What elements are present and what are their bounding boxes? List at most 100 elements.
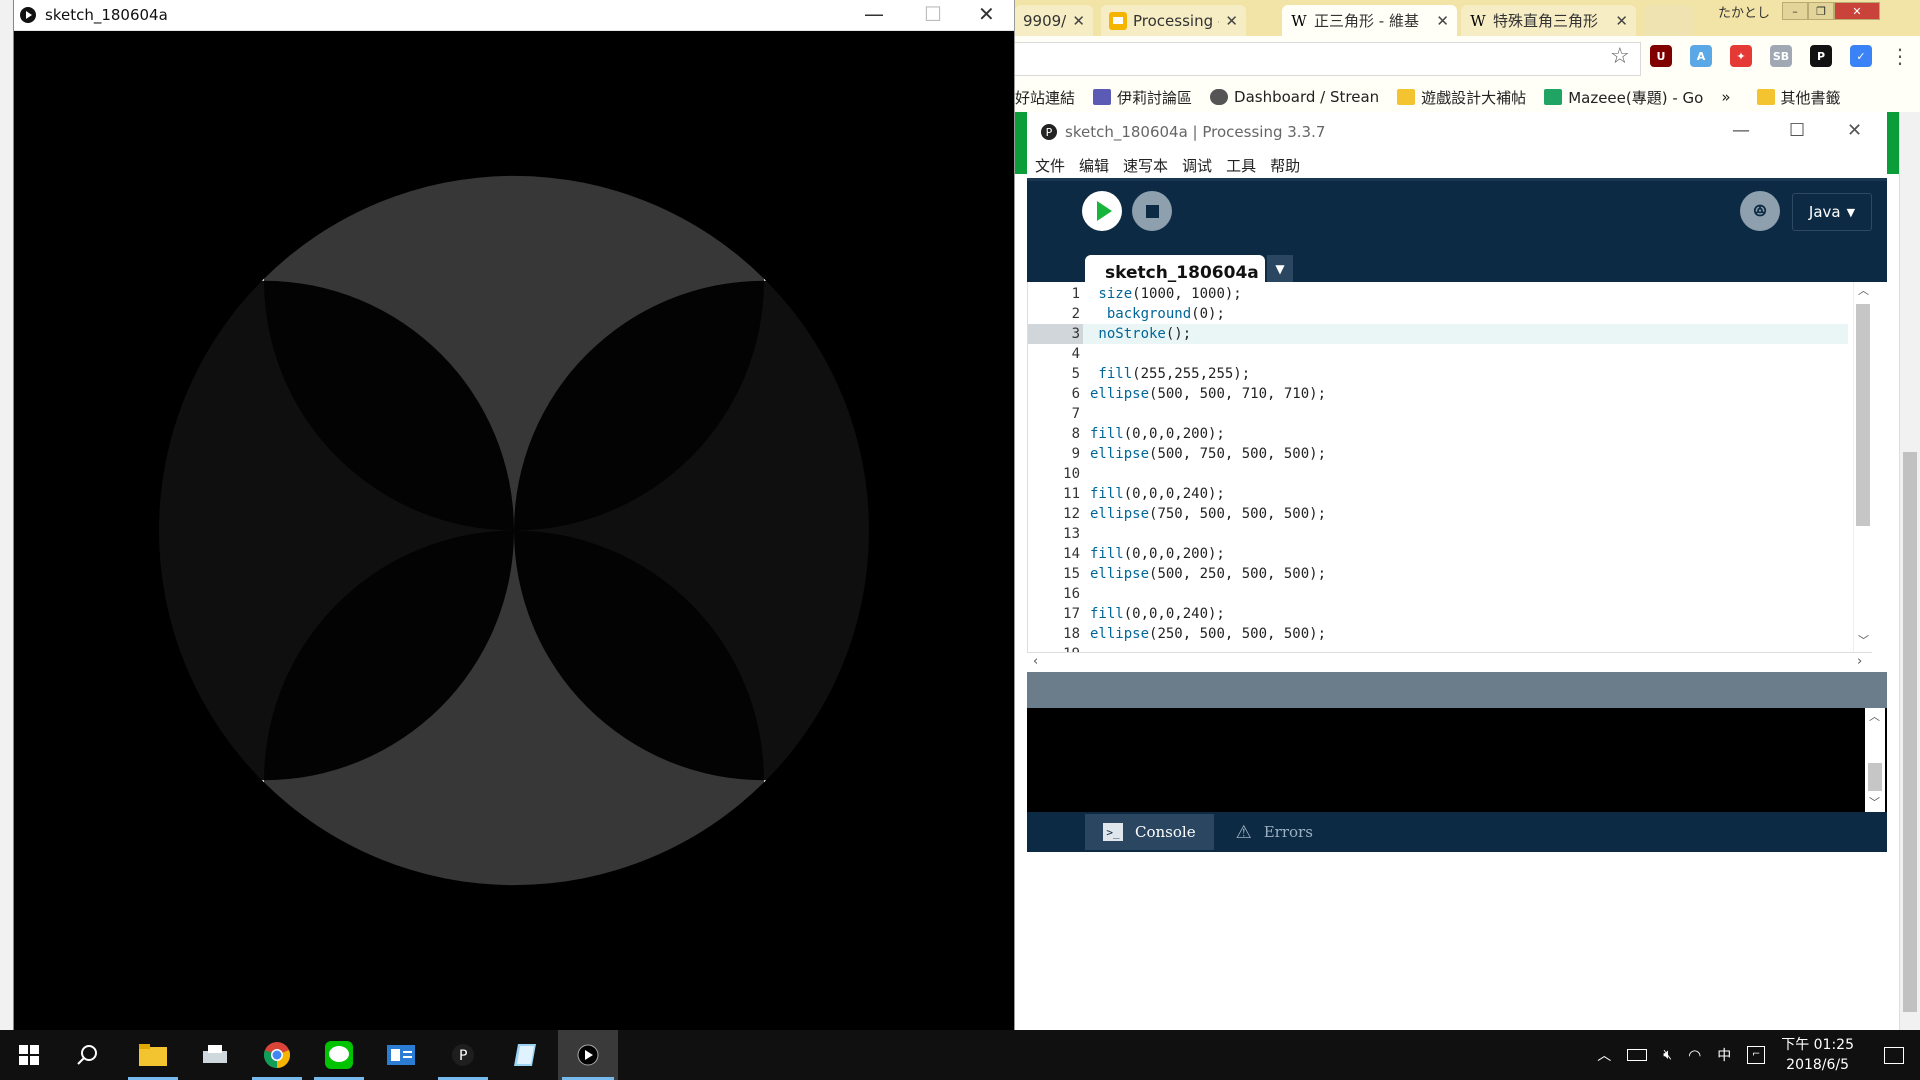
menu-tools[interactable]: 工具 bbox=[1226, 155, 1256, 176]
bookmark-item[interactable]: 遊戲設計大補帖 bbox=[1397, 87, 1526, 108]
console-output[interactable]: ︿ ﹀ bbox=[1027, 708, 1887, 812]
minimize-icon[interactable]: – bbox=[1782, 2, 1808, 20]
ublock-icon[interactable]: U bbox=[1650, 45, 1672, 67]
bookmarks-overflow[interactable]: » bbox=[1721, 88, 1730, 106]
chrome-menu-icon[interactable]: ⋮ bbox=[1890, 44, 1910, 68]
console-scrollbar[interactable]: ︿ ﹀ bbox=[1865, 708, 1885, 812]
taskbar-line[interactable] bbox=[310, 1030, 368, 1080]
bookmark-item[interactable]: 伊莉討論區 bbox=[1093, 87, 1192, 108]
restore-icon[interactable]: ❐ bbox=[1808, 2, 1834, 20]
taskbar-chrome[interactable] bbox=[248, 1030, 306, 1080]
minimize-icon[interactable]: — bbox=[1732, 120, 1750, 141]
code-line[interactable]: fill(0,0,0,200); bbox=[1090, 544, 1225, 564]
chevron-down-icon[interactable]: ﹀ bbox=[1858, 632, 1869, 648]
menu-debug[interactable]: 调试 bbox=[1182, 155, 1212, 176]
close-icon[interactable]: ✕ bbox=[1834, 2, 1880, 20]
bookmark-item[interactable]: Mazeee(專題) - Go bbox=[1544, 87, 1703, 108]
code-line[interactable]: fill(0,0,0,240); bbox=[1090, 484, 1225, 504]
code-line[interactable]: fill(0,0,0,200); bbox=[1090, 424, 1225, 444]
wifi-icon[interactable]: ◠ bbox=[1688, 1046, 1701, 1064]
volume-muted-icon[interactable]: 🔇︎ bbox=[1663, 1047, 1672, 1063]
taskbar-file-explorer[interactable] bbox=[124, 1030, 182, 1080]
chevron-right-icon[interactable]: › bbox=[1857, 654, 1862, 669]
menu-file[interactable]: 文件 bbox=[1035, 155, 1065, 176]
chrome-profile-name[interactable]: たかとし bbox=[1718, 2, 1770, 21]
code-line[interactable]: fill(255,255,255); bbox=[1090, 364, 1250, 384]
code-editor[interactable]: 12345678910111213141516171819 size(1000,… bbox=[1027, 282, 1872, 652]
tab-menu-chevron-icon[interactable]: ▼ bbox=[1267, 255, 1293, 282]
debugger-button[interactable]: ꔮ bbox=[1740, 191, 1780, 231]
battery-icon[interactable] bbox=[1627, 1049, 1648, 1061]
extension-icon[interactable]: ✦ bbox=[1730, 45, 1752, 67]
action-center-icon[interactable] bbox=[1884, 1046, 1904, 1064]
wikipedia-icon: W bbox=[1470, 11, 1486, 30]
ime-mode-icon[interactable]: ⌐ bbox=[1747, 1046, 1766, 1064]
close-icon[interactable]: ✕ bbox=[1225, 12, 1238, 30]
extension-icon[interactable]: ✓ bbox=[1850, 45, 1872, 67]
address-bar[interactable] bbox=[1015, 42, 1641, 76]
taskbar-printer[interactable] bbox=[186, 1030, 244, 1080]
close-icon[interactable]: ✕ bbox=[1615, 12, 1628, 30]
close-icon[interactable]: ✕ bbox=[978, 2, 995, 26]
code-line[interactable]: ellipse(500, 500, 710, 710); bbox=[1090, 384, 1326, 404]
menu-sketch[interactable]: 速写本 bbox=[1123, 155, 1168, 176]
show-hidden-icons-chevron-up-icon[interactable]: ︿ bbox=[1597, 1045, 1611, 1065]
bookmark-star-icon[interactable]: ☆ bbox=[1610, 44, 1630, 69]
close-icon[interactable]: ✕ bbox=[1072, 12, 1085, 30]
code-function: fill bbox=[1090, 426, 1124, 442]
taskbar-sketch-runner[interactable] bbox=[558, 1030, 618, 1080]
chrome-tab-3[interactable]: W 正三角形 - 維基 ✕ bbox=[1282, 5, 1457, 36]
scroll-thumb[interactable] bbox=[1868, 763, 1882, 791]
code-arguments: (0,0,0,200); bbox=[1123, 426, 1225, 442]
chevron-up-icon[interactable]: ︿ bbox=[1858, 282, 1869, 298]
ime-indicator[interactable]: 中 bbox=[1717, 1045, 1731, 1065]
code-line[interactable]: fill(0,0,0,240); bbox=[1090, 604, 1225, 624]
scroll-thumb[interactable] bbox=[1903, 452, 1917, 1012]
close-icon[interactable]: ✕ bbox=[1847, 120, 1862, 141]
code-line[interactable]: noStroke(); bbox=[1090, 324, 1191, 344]
maximize-icon[interactable]: ☐ bbox=[1789, 120, 1805, 141]
chevron-left-icon[interactable]: ‹ bbox=[1033, 654, 1038, 669]
tab-errors[interactable]: ⚠ Errors bbox=[1218, 814, 1331, 850]
code-line[interactable]: background(0); bbox=[1090, 304, 1225, 324]
code-line[interactable]: ellipse(750, 500, 500, 500); bbox=[1090, 504, 1326, 524]
scroll-thumb[interactable] bbox=[1856, 304, 1870, 526]
stop-button[interactable] bbox=[1132, 191, 1172, 231]
page-scrollbar[interactable] bbox=[1899, 112, 1920, 1030]
chrome-tab-2[interactable]: Processing - Go ✕ bbox=[1101, 5, 1246, 36]
taskbar-clock[interactable]: 下午 01:25 2018/6/5 bbox=[1781, 1035, 1854, 1075]
start-button[interactable] bbox=[0, 1030, 58, 1080]
bookmark-item[interactable]: Dashboard / Strean bbox=[1210, 88, 1379, 106]
editor-horizontal-scrollbar[interactable]: ‹ › bbox=[1027, 652, 1872, 673]
code-line[interactable]: ellipse(500, 250, 500, 500); bbox=[1090, 564, 1326, 584]
extension-icon[interactable]: A bbox=[1690, 45, 1712, 67]
clock-time: 下午 01:25 bbox=[1781, 1037, 1854, 1053]
bookmark-item[interactable]: 好站連結 bbox=[1015, 87, 1075, 108]
minimize-icon[interactable]: — bbox=[864, 2, 884, 26]
taskbar-processing[interactable]: P bbox=[434, 1030, 492, 1080]
extension-icon[interactable]: SB bbox=[1770, 45, 1792, 67]
editor-vertical-scrollbar[interactable]: ︿ ﹀ bbox=[1853, 282, 1872, 652]
run-button[interactable] bbox=[1082, 191, 1122, 231]
search-button[interactable] bbox=[58, 1030, 116, 1080]
line-number: 7 bbox=[1071, 406, 1080, 422]
new-tab-button[interactable] bbox=[1645, 5, 1693, 36]
play-icon bbox=[20, 7, 36, 23]
menu-help[interactable]: 帮助 bbox=[1270, 155, 1300, 176]
taskbar-notepad[interactable] bbox=[496, 1030, 554, 1080]
chevron-up-icon[interactable]: ︿ bbox=[1869, 708, 1880, 724]
other-bookmarks[interactable]: 其他書籤 bbox=[1756, 87, 1841, 108]
chrome-tab-1[interactable]: 9909/ ✕ bbox=[1015, 5, 1093, 36]
maximize-icon: ☐ bbox=[924, 2, 942, 26]
close-icon[interactable]: ✕ bbox=[1436, 12, 1449, 30]
chevron-down-icon[interactable]: ﹀ bbox=[1869, 794, 1880, 810]
code-line[interactable]: ellipse(500, 750, 500, 500); bbox=[1090, 444, 1326, 464]
taskbar-outlook[interactable] bbox=[372, 1030, 430, 1080]
tab-console[interactable]: >_ Console bbox=[1085, 814, 1214, 850]
code-line[interactable]: ellipse(250, 500, 500, 500); bbox=[1090, 624, 1326, 644]
chrome-tab-4[interactable]: W 特殊直角三角形 ✕ bbox=[1461, 5, 1636, 36]
menu-edit[interactable]: 编辑 bbox=[1079, 155, 1109, 176]
mode-selector[interactable]: Java ▼ bbox=[1792, 193, 1872, 231]
code-line[interactable]: size(1000, 1000); bbox=[1090, 284, 1241, 304]
pocket-icon[interactable]: P bbox=[1810, 45, 1832, 67]
